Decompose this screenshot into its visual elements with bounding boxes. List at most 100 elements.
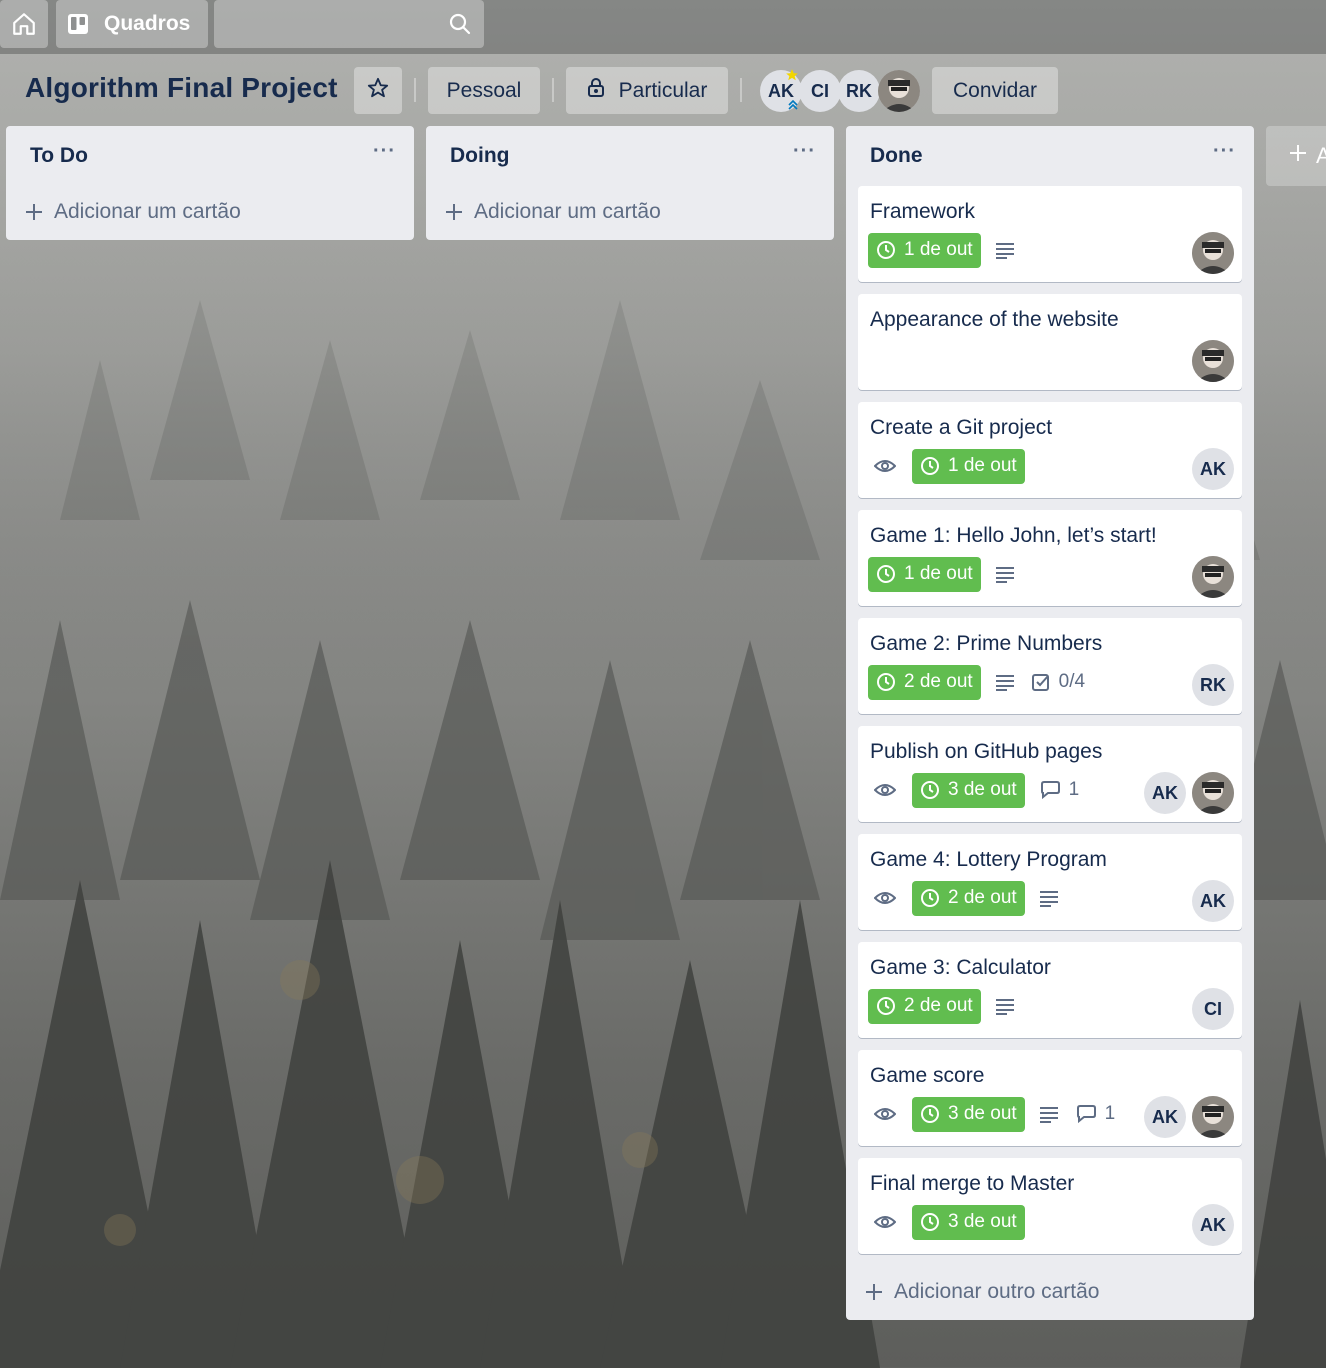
card[interactable]: Game score 3 de out 1 AK (858, 1050, 1242, 1146)
card-badges: 2 de out 0/4 (868, 664, 1101, 700)
board-member-avatar-photo[interactable] (878, 70, 920, 112)
clock-icon (920, 888, 940, 908)
card-badges: 1 de out (868, 448, 1039, 484)
list-to-do: To Do ··· Adicionar um cartão (6, 126, 414, 240)
member-avatar-photo[interactable] (1192, 1096, 1234, 1138)
member-avatar-rk[interactable]: RK (1192, 664, 1234, 706)
board-member-avatar-ci[interactable]: CI (799, 70, 841, 112)
eye-icon (874, 1214, 896, 1230)
due-date-badge[interactable]: 1 de out (912, 448, 1025, 484)
card-badges: 1 de out (868, 556, 1031, 592)
add-card-button[interactable]: Adicionar um cartão (444, 200, 661, 224)
board-member-avatar-rk[interactable]: RK (838, 70, 880, 112)
eye-icon (874, 1106, 896, 1122)
member-avatar-photo[interactable] (1192, 232, 1234, 274)
card[interactable]: Final merge to Master 3 de out AK (858, 1158, 1242, 1254)
member-avatar-ak[interactable]: AK (1192, 1204, 1234, 1246)
lock-icon (587, 77, 605, 104)
card-title: Framework (870, 200, 976, 223)
card[interactable]: Publish on GitHub pages 3 de out 1 AK (858, 726, 1242, 822)
invite-button[interactable]: Convidar (932, 67, 1058, 114)
eye-icon (874, 782, 896, 798)
boards-icon (66, 12, 90, 36)
checklist-icon (1031, 672, 1051, 692)
admin-badge-icon (785, 68, 799, 87)
member-avatar-photo[interactable] (1192, 340, 1234, 382)
star-board-button[interactable] (354, 67, 402, 114)
home-button[interactable] (0, 0, 48, 48)
due-date-badge[interactable]: 3 de out (912, 772, 1025, 808)
card-members: AK (1192, 1204, 1234, 1246)
card[interactable]: Game 2: Prime Numbers 2 de out 0/4 RK (858, 618, 1242, 714)
chevron-up-icon (787, 98, 799, 116)
list-menu-button[interactable]: ··· (373, 140, 396, 163)
due-date-badge[interactable]: 2 de out (912, 880, 1025, 916)
member-avatar-ak[interactable]: AK (1192, 880, 1234, 922)
card-badges: 1 de out (868, 232, 1031, 268)
team-button[interactable]: Pessoal (428, 67, 540, 114)
due-date-label: 3 de out (948, 779, 1017, 800)
due-date-badge[interactable]: 2 de out (868, 664, 981, 700)
card[interactable]: Appearance of the website (858, 294, 1242, 390)
boards-label: Quadros (104, 12, 191, 35)
card-badges: 3 de out 1 (868, 1096, 1131, 1132)
card-title: Publish on GitHub pages (870, 740, 1103, 763)
comments-count: 1 (1104, 1103, 1116, 1124)
card-members: AK (1144, 772, 1234, 814)
member-avatar-ak[interactable]: AK (1144, 772, 1186, 814)
clock-icon (920, 456, 940, 476)
card-members: AK (1192, 880, 1234, 922)
clock-icon (920, 1212, 940, 1232)
plus-icon (864, 1282, 884, 1302)
clock-icon (920, 780, 940, 800)
list-menu-button[interactable]: ··· (1213, 140, 1236, 163)
due-date-label: 3 de out (948, 1103, 1017, 1124)
clock-icon (920, 1104, 940, 1124)
checklist-badge: 0/4 (1031, 671, 1085, 693)
due-date-label: 1 de out (948, 455, 1017, 476)
description-icon (1039, 1105, 1059, 1123)
comment-icon (1039, 780, 1061, 800)
list-title[interactable]: Done (870, 144, 923, 168)
add-list-button[interactable]: A (1266, 126, 1326, 186)
due-date-badge[interactable]: 3 de out (912, 1096, 1025, 1132)
member-avatar-ak[interactable]: AK (1144, 1096, 1186, 1138)
card[interactable]: Framework 1 de out (858, 186, 1242, 282)
add-another-card-button[interactable]: Adicionar outro cartão (864, 1280, 1099, 1304)
due-date-badge[interactable]: 1 de out (868, 556, 981, 592)
header-divider (414, 78, 416, 102)
list-menu-button[interactable]: ··· (793, 140, 816, 163)
due-date-label: 1 de out (904, 239, 973, 260)
due-date-label: 2 de out (904, 995, 973, 1016)
boards-button[interactable]: Quadros (56, 0, 208, 48)
member-avatar-photo[interactable] (1192, 772, 1234, 814)
clock-icon (876, 996, 896, 1016)
card[interactable]: Game 4: Lottery Program 2 de out AK (858, 834, 1242, 930)
search-input[interactable] (214, 0, 484, 48)
list-title[interactable]: To Do (30, 144, 88, 168)
card-title: Create a Git project (870, 416, 1053, 439)
list-title[interactable]: Doing (450, 144, 509, 168)
due-date-badge[interactable]: 2 de out (868, 988, 981, 1024)
plus-icon (444, 202, 464, 222)
due-date-badge[interactable]: 3 de out (912, 1204, 1025, 1240)
description-icon (995, 241, 1015, 259)
board-title[interactable]: Algorithm Final Project (25, 72, 338, 104)
card-title: Appearance of the website (870, 308, 1119, 331)
visibility-button[interactable]: Particular (566, 67, 728, 114)
card[interactable]: Game 3: Calculator 2 de out CI (858, 942, 1242, 1038)
member-avatar-photo[interactable] (1192, 556, 1234, 598)
header-divider (740, 78, 742, 102)
card-title: Game score (870, 1064, 985, 1087)
profile-photo-icon (878, 70, 920, 112)
description-icon (995, 673, 1015, 691)
member-avatar-ak[interactable]: AK (1192, 448, 1234, 490)
card[interactable]: Create a Git project 1 de out AK (858, 402, 1242, 498)
card[interactable]: Game 1: Hello John, let’s start! 1 de out (858, 510, 1242, 606)
due-date-badge[interactable]: 1 de out (868, 232, 981, 268)
add-card-button[interactable]: Adicionar um cartão (24, 200, 241, 224)
card-members (1192, 232, 1234, 274)
eye-icon (874, 458, 896, 474)
member-avatar-ci[interactable]: CI (1192, 988, 1234, 1030)
card-badges: 2 de out (868, 880, 1075, 916)
